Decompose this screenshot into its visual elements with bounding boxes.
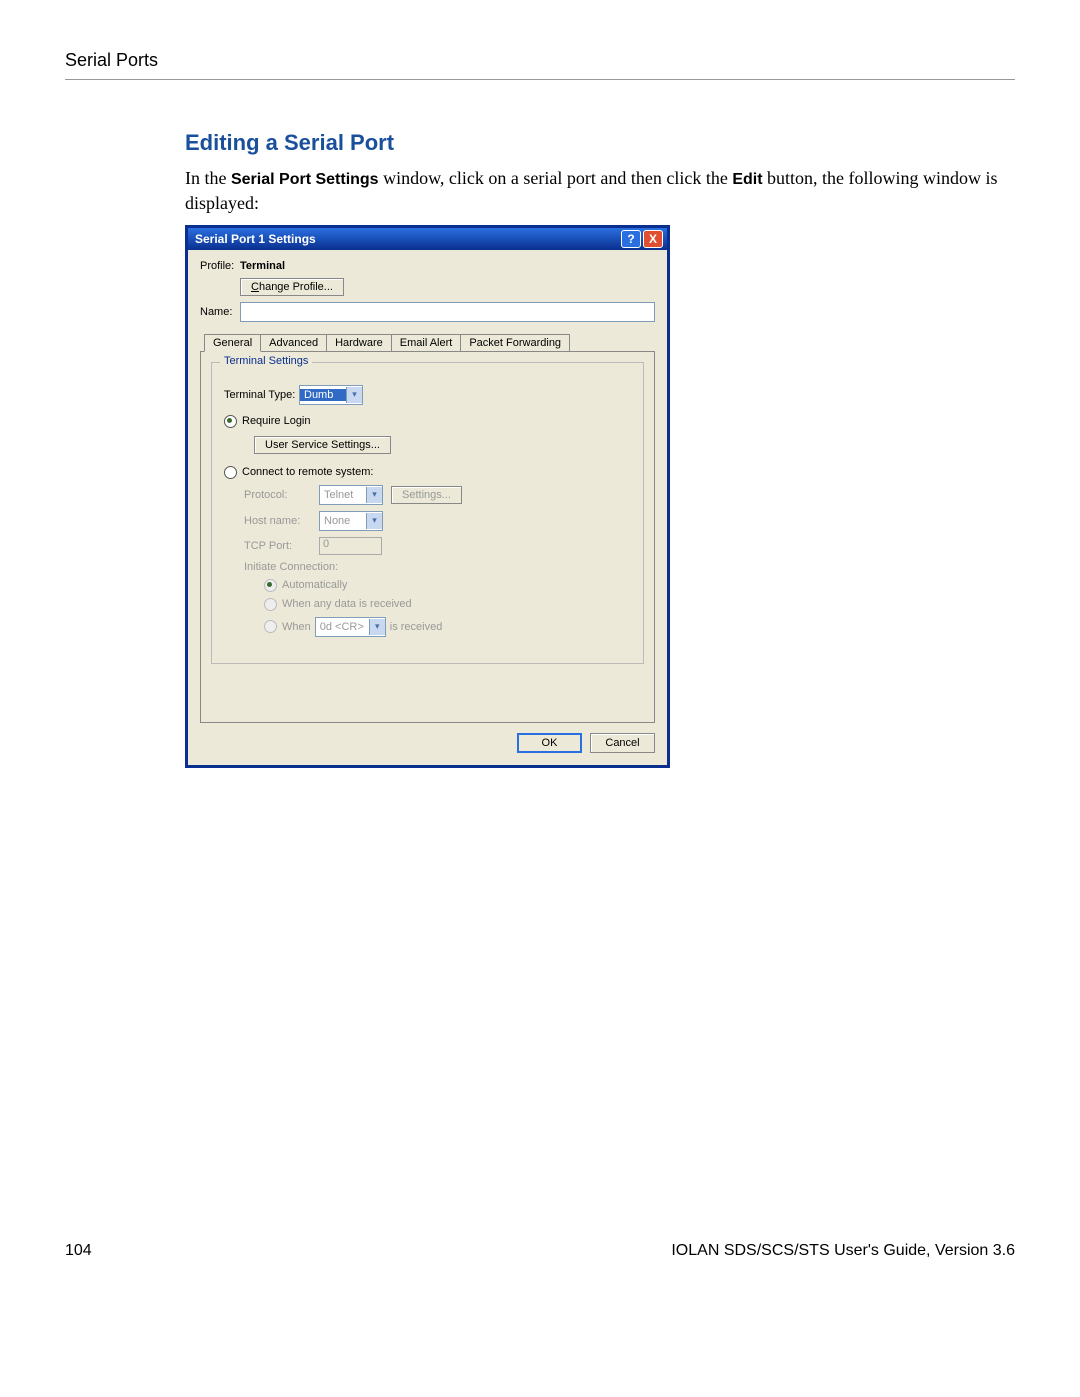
section-paragraph: In the Serial Port Settings window, clic… bbox=[185, 166, 1015, 215]
dialog-body: Profile: Terminal Change Profile... Name… bbox=[188, 250, 667, 765]
require-login-label: Require Login bbox=[242, 415, 311, 427]
content-area: Editing a Serial Port In the Serial Port… bbox=[185, 130, 1015, 768]
require-login-radio[interactable] bbox=[224, 415, 237, 428]
hostname-label: Host name: bbox=[244, 515, 319, 527]
when-radio bbox=[264, 620, 277, 633]
fieldset-legend: Terminal Settings bbox=[220, 355, 312, 367]
section-heading: Editing a Serial Port bbox=[185, 130, 1015, 156]
chevron-down-icon: ▾ bbox=[366, 487, 382, 503]
chevron-down-icon: ▾ bbox=[346, 387, 362, 403]
name-input[interactable] bbox=[240, 302, 655, 322]
footer-text: IOLAN SDS/SCS/STS User's Guide, Version … bbox=[671, 1242, 1015, 1260]
anydata-label: When any data is received bbox=[282, 598, 412, 610]
tab-hardware[interactable]: Hardware bbox=[326, 334, 392, 351]
page-number: 104 bbox=[65, 1242, 92, 1260]
connect-remote-radio[interactable] bbox=[224, 466, 237, 479]
tab-email-alert[interactable]: Email Alert bbox=[391, 334, 462, 351]
when-label: When bbox=[282, 621, 311, 633]
protocol-label: Protocol: bbox=[244, 489, 319, 501]
when-char-select: 0d <CR> ▾ bbox=[315, 617, 386, 637]
close-icon[interactable]: X bbox=[643, 230, 663, 248]
tab-panel-general: Terminal Settings Terminal Type: Dumb ▾ … bbox=[200, 351, 655, 723]
auto-label: Automatically bbox=[282, 579, 347, 591]
page-header: Serial Ports bbox=[65, 50, 1015, 71]
initiate-connection-label: Initiate Connection: bbox=[244, 561, 338, 573]
profile-value: Terminal bbox=[240, 260, 285, 272]
is-received-label: is received bbox=[390, 621, 443, 633]
document-page: Serial Ports Editing a Serial Port In th… bbox=[0, 0, 1080, 1300]
settings-button: Settings... bbox=[391, 486, 462, 504]
ok-button[interactable]: OK bbox=[517, 733, 582, 753]
terminal-type-select[interactable]: Dumb ▾ bbox=[299, 385, 363, 405]
hostname-select: None ▾ bbox=[319, 511, 383, 531]
tcp-port-label: TCP Port: bbox=[244, 540, 319, 552]
dialog-button-row: OK Cancel bbox=[200, 723, 655, 753]
protocol-select: Telnet ▾ bbox=[319, 485, 383, 505]
user-service-settings-button[interactable]: User Service Settings... bbox=[254, 436, 391, 454]
terminal-type-label: Terminal Type: bbox=[224, 389, 299, 401]
tab-packet-forwarding[interactable]: Packet Forwarding bbox=[460, 334, 570, 351]
chevron-down-icon: ▾ bbox=[369, 619, 385, 635]
tab-strip: General Advanced Hardware Email Alert Pa… bbox=[200, 334, 655, 351]
terminal-settings-group: Terminal Settings Terminal Type: Dumb ▾ … bbox=[211, 362, 644, 664]
profile-label: Profile: bbox=[200, 260, 240, 272]
anydata-radio bbox=[264, 598, 277, 611]
connect-remote-label: Connect to remote system: bbox=[242, 466, 373, 478]
window-title: Serial Port 1 Settings bbox=[192, 232, 619, 246]
help-icon[interactable]: ? bbox=[621, 230, 641, 248]
page-footer: 104 IOLAN SDS/SCS/STS User's Guide, Vers… bbox=[65, 1242, 1015, 1260]
tab-general[interactable]: General bbox=[204, 334, 261, 352]
name-label: Name: bbox=[200, 306, 240, 318]
change-profile-button[interactable]: Change Profile... bbox=[240, 278, 344, 296]
tcp-port-input: 0 bbox=[319, 537, 382, 555]
header-rule bbox=[65, 79, 1015, 80]
chevron-down-icon: ▾ bbox=[366, 513, 382, 529]
auto-radio bbox=[264, 579, 277, 592]
titlebar[interactable]: Serial Port 1 Settings ? X bbox=[188, 228, 667, 250]
tab-advanced[interactable]: Advanced bbox=[260, 334, 327, 351]
cancel-button[interactable]: Cancel bbox=[590, 733, 655, 753]
dialog-window: Serial Port 1 Settings ? X Profile: Term… bbox=[185, 225, 670, 768]
